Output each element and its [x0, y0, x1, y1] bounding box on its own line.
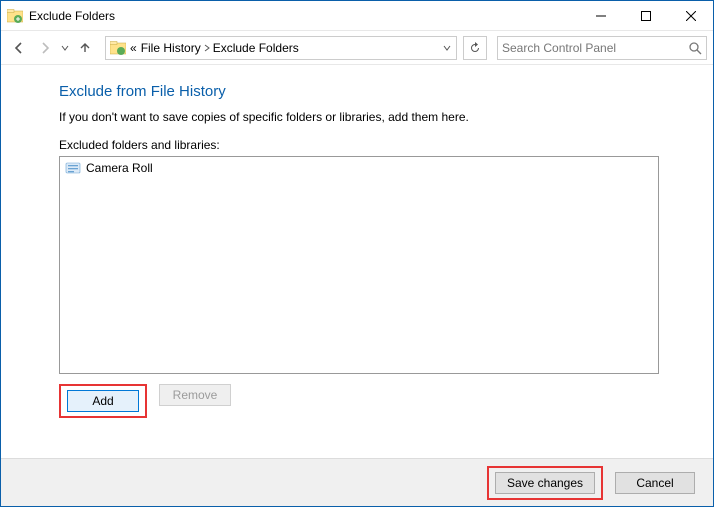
window-title: Exclude Folders — [29, 9, 115, 23]
add-button[interactable]: Add — [67, 390, 139, 412]
address-dropdown-caret[interactable] — [440, 44, 454, 52]
maximize-button[interactable] — [623, 1, 668, 30]
window-frame: Exclude Folders — [0, 0, 714, 507]
search-icon — [688, 41, 702, 55]
list-item[interactable]: Camera Roll — [60, 157, 658, 179]
breadcrumb-item-1[interactable]: Exclude Folders — [213, 41, 299, 55]
app-icon — [7, 8, 23, 24]
folder-icon — [65, 160, 81, 176]
search-placeholder: Search Control Panel — [502, 41, 688, 55]
page-heading: Exclude from File History — [59, 83, 683, 100]
recent-locations-caret[interactable] — [59, 36, 71, 60]
breadcrumb-prefix: « — [130, 41, 137, 55]
refresh-button[interactable] — [463, 36, 487, 60]
window-controls — [578, 1, 713, 30]
footer: Save changes Cancel — [1, 458, 713, 506]
content-area: Exclude from File History If you don't w… — [1, 65, 713, 458]
minimize-button[interactable] — [578, 1, 623, 30]
cancel-button[interactable]: Cancel — [615, 472, 695, 494]
list-label: Excluded folders and libraries: — [59, 138, 683, 152]
excluded-folders-listbox[interactable]: Camera Roll — [59, 156, 659, 374]
search-box[interactable]: Search Control Panel — [497, 36, 707, 60]
list-buttons-row: Add Remove — [59, 384, 683, 418]
breadcrumb-item-0[interactable]: File History — [141, 41, 201, 55]
chevron-right-icon — [204, 41, 210, 55]
save-changes-button[interactable]: Save changes — [495, 472, 595, 494]
address-icon — [110, 40, 126, 56]
forward-button[interactable] — [33, 36, 57, 60]
address-bar[interactable]: « File History Exclude Folders — [105, 36, 457, 60]
up-button[interactable] — [73, 36, 97, 60]
remove-button: Remove — [159, 384, 231, 406]
titlebar: Exclude Folders — [1, 1, 713, 31]
back-button[interactable] — [7, 36, 31, 60]
close-button[interactable] — [668, 1, 713, 30]
page-description: If you don't want to save copies of spec… — [59, 110, 683, 124]
breadcrumb: « File History Exclude Folders — [130, 41, 440, 55]
highlight-save: Save changes — [487, 466, 603, 500]
highlight-add: Add — [59, 384, 147, 418]
list-item-label: Camera Roll — [86, 161, 153, 175]
navbar: « File History Exclude Folders Search Co… — [1, 31, 713, 65]
